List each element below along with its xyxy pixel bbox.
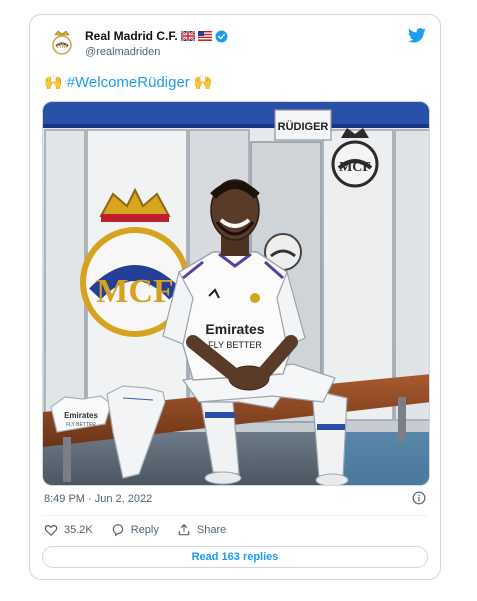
action-bar: 35.2K Reply Share [44, 523, 244, 537]
tweet-photo[interactable]: RÜDIGER MCF MCF Emirates FLY BETTER Emir… [42, 101, 430, 486]
heart-icon [44, 525, 58, 537]
reply-icon [112, 524, 124, 537]
like-count: 35.2K [64, 524, 93, 536]
like-button[interactable]: 35.2K [44, 523, 93, 537]
author-row: Real Madrid C.F. [85, 29, 228, 43]
verified-badge-icon [215, 30, 228, 42]
svg-text:MCF: MCF [339, 160, 371, 175]
tweet-text: 🙌 #WelcomeRüdiger 🙌 [44, 73, 213, 92]
reply-button[interactable]: Reply [111, 523, 159, 537]
avatar[interactable]: RM [47, 27, 77, 57]
svg-text:Emirates: Emirates [64, 411, 98, 420]
us-flag-icon [197, 31, 212, 41]
tweet-card: RM Real Madrid C.F. @realmadriden 🙌 #Wel… [29, 14, 441, 580]
locker-room-illustration: RÜDIGER MCF MCF Emirates FLY BETTER Emir… [43, 102, 429, 485]
real-madrid-crest-icon: RM [52, 30, 72, 55]
share-button[interactable]: Share [177, 523, 226, 537]
share-label: Share [196, 524, 227, 536]
jersey-sponsor: Emirates [205, 321, 264, 337]
share-icon [178, 523, 190, 536]
divider [42, 515, 428, 516]
raised-hands-emoji: 🙌 [44, 74, 63, 91]
svg-text:FLY BETTER: FLY BETTER [208, 340, 262, 350]
info-icon[interactable] [412, 491, 426, 505]
tweet-timestamp[interactable]: 8:49 PM · Jun 2, 2022 [44, 493, 152, 505]
nameplate-text: RÜDIGER [278, 120, 329, 133]
hashtag-link[interactable]: #WelcomeRüdiger [67, 74, 190, 91]
svg-text:MCF: MCF [96, 273, 173, 310]
author-name[interactable]: Real Madrid C.F. [85, 29, 178, 43]
svg-text:FLY BETTER: FLY BETTER [66, 422, 96, 428]
reply-label: Reply [130, 524, 159, 536]
svg-text:RM: RM [57, 43, 68, 50]
read-replies-button[interactable]: Read 163 replies [42, 546, 428, 568]
uk-flag-icon [180, 31, 195, 41]
author-handle[interactable]: @realmadriden [85, 46, 160, 58]
twitter-bird-icon[interactable] [408, 28, 426, 43]
raised-hands-emoji: 🙌 [193, 74, 213, 91]
